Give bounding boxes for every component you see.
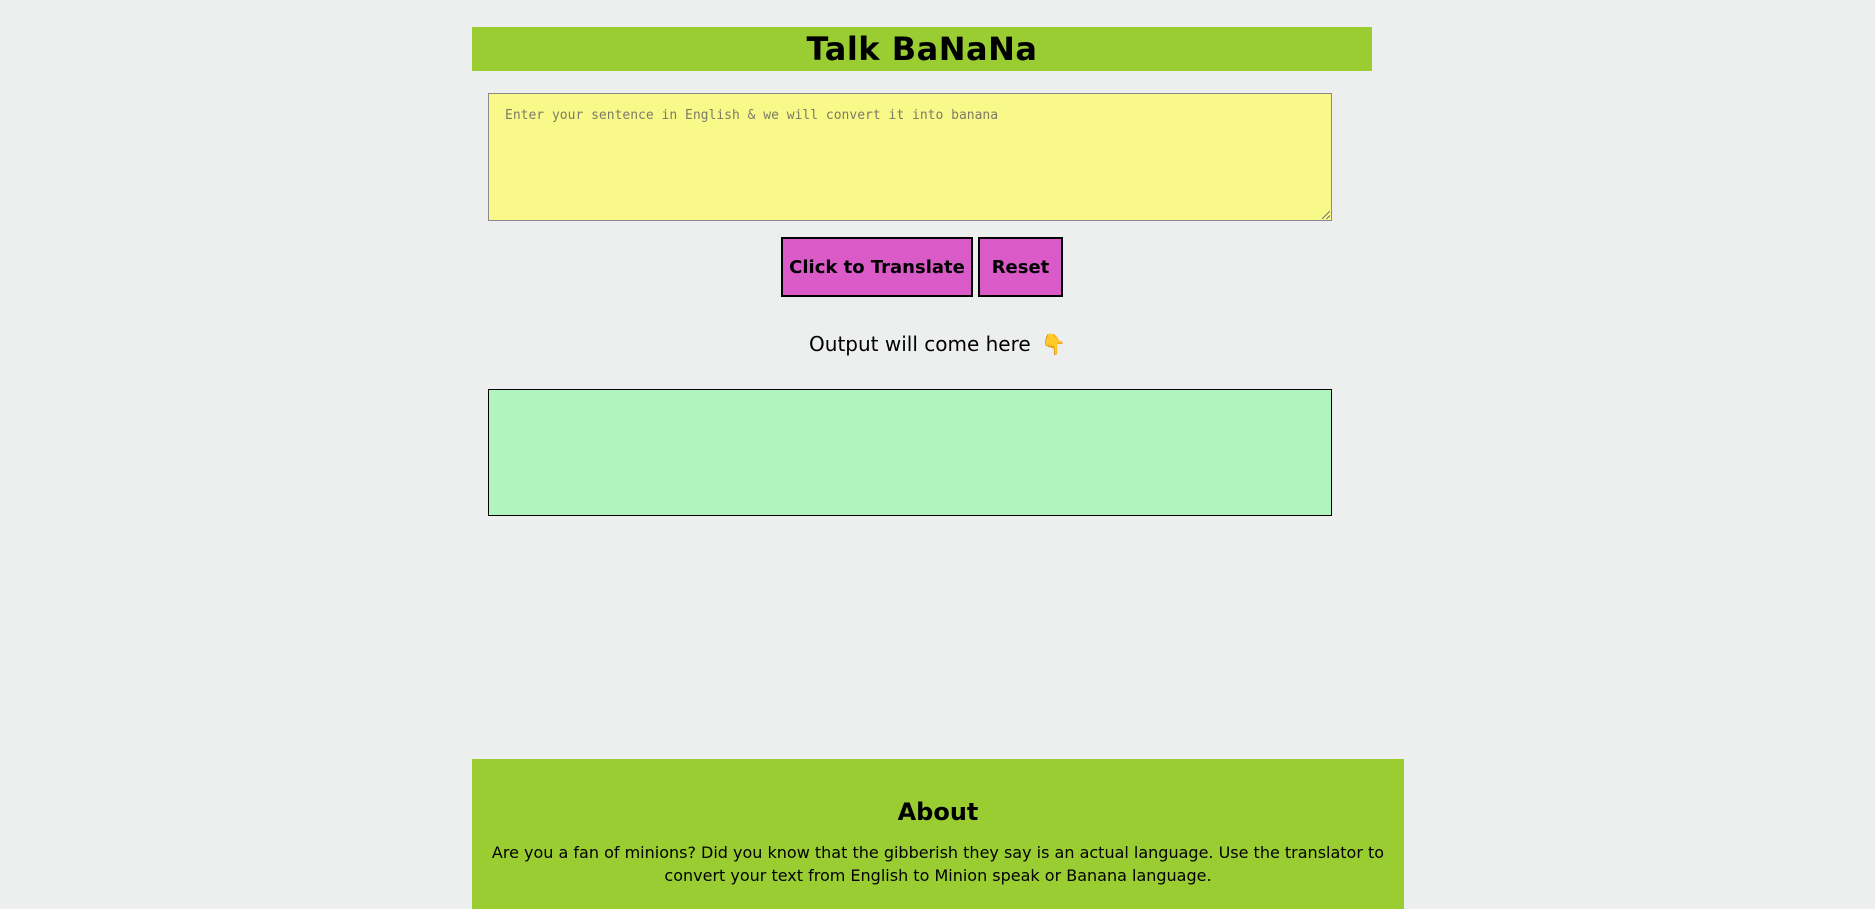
sentence-input[interactable] xyxy=(488,93,1332,221)
pointing-down-icon: 👇 xyxy=(1041,332,1066,356)
translate-button[interactable]: Click to Translate xyxy=(781,237,973,297)
output-box xyxy=(488,389,1332,516)
reset-button[interactable]: Reset xyxy=(978,237,1063,297)
resize-handle-icon[interactable] xyxy=(1322,211,1330,219)
page-header: Talk BaNaNa xyxy=(472,27,1372,71)
output-heading: Output will come here 👇 xyxy=(0,329,1875,359)
output-label-text: Output will come here xyxy=(809,332,1031,356)
page-title: Talk BaNaNa xyxy=(806,30,1038,68)
about-text: Are you a fan of minions? Did you know t… xyxy=(491,843,1385,885)
about-title: About xyxy=(897,798,979,826)
about-section: About Are you a fan of minions? Did you … xyxy=(472,759,1404,909)
